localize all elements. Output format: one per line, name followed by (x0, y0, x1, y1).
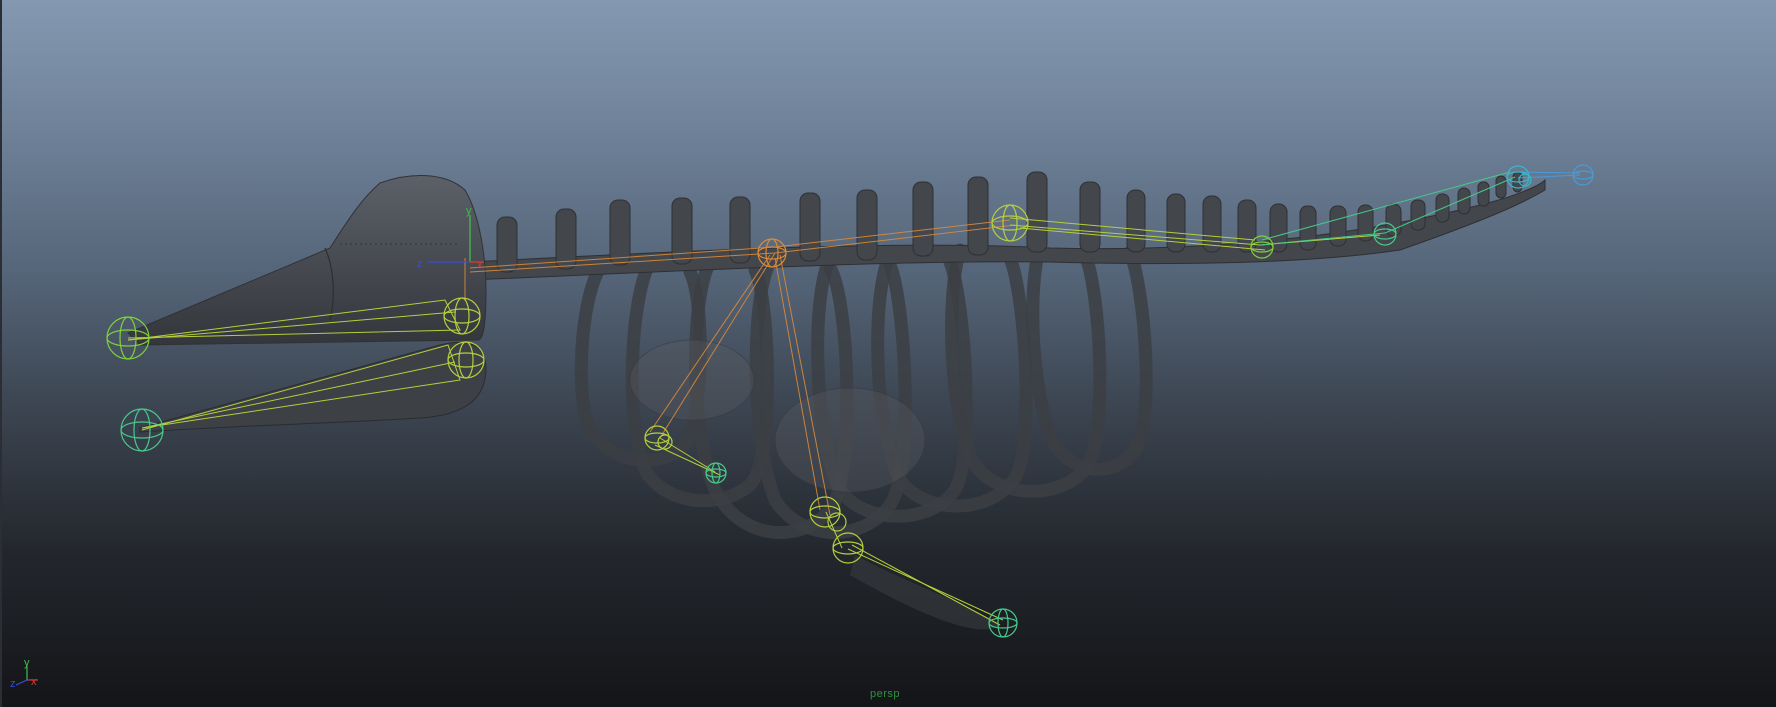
pectoral-fin-mesh[interactable] (774, 387, 926, 493)
view-z-label: z (10, 678, 16, 690)
vertebra-spike (912, 181, 934, 257)
vertebra-spike (496, 216, 518, 273)
view-x-label: x (31, 676, 37, 688)
vertebra-spike (1299, 205, 1317, 251)
vertebra-spike (1495, 175, 1507, 199)
vertebra-spike (1329, 205, 1347, 247)
camera-name-label: persp (870, 688, 901, 700)
joint-spine-mid (991, 204, 1029, 242)
vertebra-spike (799, 192, 821, 262)
pivot-y-label: y (466, 205, 472, 217)
view-axis-indicator: y x z (10, 657, 38, 690)
vertebra-spike (555, 208, 577, 270)
upper-jaw (127, 175, 487, 346)
vertebra-spike (1410, 199, 1426, 231)
vertebra-spike (1166, 193, 1186, 253)
vertebra-spike (1477, 181, 1490, 207)
vertebra-spike (1079, 181, 1101, 253)
vertebra-spike (609, 199, 631, 266)
lower-jaw (139, 341, 487, 433)
scene-canvas[interactable]: y z x y x z (0, 0, 1776, 707)
vertebra-spike (1026, 171, 1048, 253)
vertebra-spike (729, 196, 751, 264)
maya-perspective-viewport[interactable]: y z x y x z persp (0, 0, 1776, 707)
pivot-x-label: x (477, 259, 483, 271)
pectoral-fin-mesh[interactable] (629, 339, 755, 421)
vertebra-spike (1202, 195, 1222, 253)
view-y-label: y (24, 657, 30, 669)
bone-line (1517, 174, 1581, 179)
pivot-z-label: z (417, 258, 423, 270)
vertebra-spike (967, 176, 989, 256)
vertebra-spike (1126, 189, 1146, 253)
fin-bone-mesh[interactable] (850, 555, 1000, 630)
vertebra-spike (856, 189, 878, 261)
